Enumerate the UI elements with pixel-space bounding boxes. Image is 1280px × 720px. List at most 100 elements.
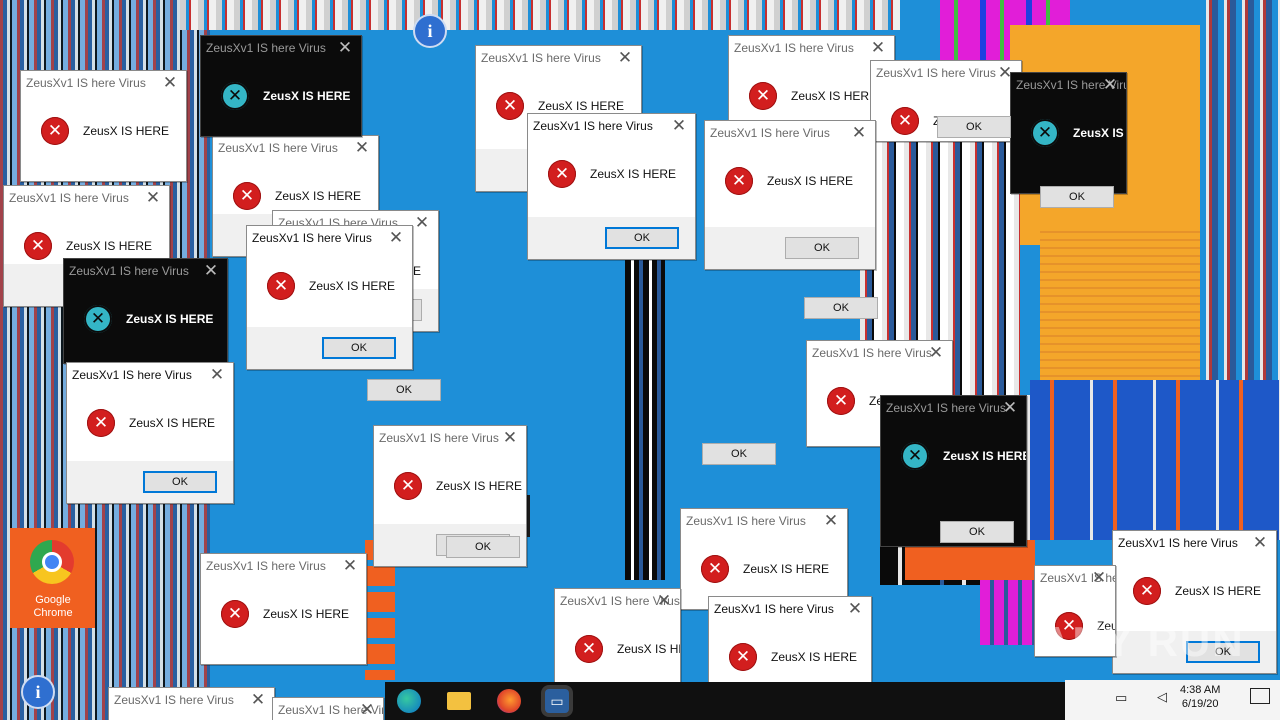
close-icon[interactable]: ✕ — [412, 213, 432, 233]
active-window-icon[interactable]: ▭ — [545, 689, 569, 713]
notification-icon[interactable] — [1250, 688, 1270, 704]
close-icon[interactable]: ✕ — [335, 38, 355, 58]
dialog-titlebar[interactable]: ZeusXv1 IS here Virus ✕ — [64, 259, 227, 285]
close-icon[interactable]: ✕ — [1250, 533, 1270, 553]
dialog-title: ZeusXv1 IS here Virus — [69, 264, 189, 278]
close-icon[interactable]: ✕ — [352, 138, 372, 158]
dialog-titlebar[interactable]: ZeusXv1 IS here Virus✕ — [871, 61, 1021, 87]
close-icon[interactable]: ✕ — [248, 690, 268, 710]
dialog-titlebar[interactable]: ZeusXv1 IS here Virus✕ — [201, 554, 366, 580]
error-dialog[interactable]: ZeusXv1 IS here Virus ✕ ✕ ZeusX IS HERE OK — [66, 362, 234, 504]
close-icon[interactable]: ✕ — [201, 261, 221, 281]
file-explorer-icon[interactable] — [447, 692, 471, 710]
glitch-top-strip — [180, 0, 900, 30]
error-dialog[interactable]: ZeusXv1 IS here Virus✕✕ZeusX IS HERE — [1010, 72, 1127, 194]
close-icon[interactable]: ✕ — [615, 48, 635, 68]
close-icon[interactable]: ✕ — [669, 116, 689, 136]
dialog-title: ZeusXv1 IS here Virus — [72, 368, 192, 382]
ok-button-fragment[interactable]: OK — [367, 379, 441, 401]
clock-date: 6/19/20 — [1181, 698, 1219, 710]
error-dialog[interactable]: ZeusXv1 IS here Virus✕✕ZeusX IS HERE — [200, 35, 362, 137]
close-icon[interactable]: ✕ — [1000, 398, 1020, 418]
dialog-titlebar[interactable]: ZeusXv1 IS here Virus✕ — [807, 341, 952, 367]
error-dialog[interactable]: ZeusXv1 IS here Virus✕ — [272, 697, 384, 720]
error-dialog[interactable]: ZeusXv1 IS here Virus ✕ ✕ ZeusX IS HERE OK — [704, 120, 876, 270]
dialog-title: ZeusXv1 IS here Virus — [26, 76, 146, 90]
dialog-titlebar[interactable]: ZeusXv1 IS here Virus✕ — [1113, 531, 1276, 557]
close-icon[interactable]: ✕ — [1089, 568, 1109, 588]
dialog-titlebar[interactable]: ZeusXv1 IS here Virus✕ — [881, 396, 1026, 422]
volume-icon[interactable]: ◁ — [1157, 689, 1167, 705]
close-icon[interactable]: ✕ — [1100, 75, 1120, 95]
dialog-titlebar[interactable]: ZeusXv1 IS here Virus✕ — [709, 597, 871, 623]
dialog-titlebar[interactable]: ZeusXv1 IS here Virus✕ — [109, 688, 274, 714]
close-icon[interactable]: ✕ — [654, 591, 674, 611]
dialog-titlebar[interactable]: ZeusXv1 IS here Virus✕ — [1011, 73, 1126, 99]
ok-button-fragment[interactable]: OK — [940, 521, 1014, 543]
close-icon[interactable]: ✕ — [207, 365, 227, 385]
ok-button-fragment[interactable]: OK — [937, 116, 1011, 138]
dialog-message: ZeusX IS HERE — [538, 99, 625, 113]
close-icon[interactable]: ✕ — [868, 38, 888, 58]
close-icon[interactable]: ✕ — [849, 123, 869, 143]
dialog-titlebar[interactable]: ZeusXv1 IS here Virus✕ — [528, 114, 695, 140]
ok-button-fragment[interactable]: OK — [702, 443, 776, 465]
dialog-titlebar[interactable]: ZeusXv1 IS here Virus✕ — [729, 36, 894, 62]
dialog-titlebar[interactable]: ZeusXv1 IS here Virus ✕ — [21, 71, 186, 97]
ok-button[interactable]: OK — [785, 237, 859, 259]
dialog-message: ZeusX IS HERE — [617, 642, 680, 656]
ok-button[interactable]: OK — [322, 337, 396, 359]
error-dialog[interactable]: ZeusXv1 IS here Virus✕✕ZeusX IS HERE — [680, 508, 848, 610]
error-dialog[interactable]: ZeusXv1 IS here Virus✕ — [108, 687, 275, 720]
error-dialog[interactable]: ZeusXv1 IS here Virus ✕ ✕ ZeusX IS HERE OK — [246, 225, 413, 370]
dialog-footer: OK — [247, 327, 412, 369]
dialog-titlebar[interactable]: ZeusXv1 IS here Virus✕ — [374, 426, 526, 452]
dialog-titlebar[interactable]: ZeusXv1 IS here Virus✕ — [476, 46, 641, 72]
taskbar: ▭ — [385, 682, 1065, 720]
dialog-titlebar[interactable]: ZeusXv1 IS here Virus✕ — [273, 698, 383, 720]
close-icon[interactable]: ✕ — [500, 428, 520, 448]
edge-icon[interactable] — [397, 689, 421, 713]
clock[interactable]: 4:38 AM 6/19/20 — [1180, 683, 1220, 711]
dialog-titlebar[interactable]: ZeusXv1 IS here Virus✕ — [705, 121, 875, 147]
error-dialog[interactable]: ZeusXv1 IS here Virus✕✕ZeusX IS HERE — [554, 588, 681, 690]
desktop-icon-chrome[interactable]: Google Chrome — [10, 528, 95, 628]
dialog-titlebar[interactable]: ZeusXv1 IS here Virus✕ — [4, 186, 169, 212]
error-dialog[interactable]: ZeusXv1 IS here Virus ✕ ✕ ZeusX IS HERE OK — [527, 113, 696, 260]
ok-button-fragment[interactable]: OK — [1040, 186, 1114, 208]
ok-button-fragment[interactable]: OK — [446, 536, 520, 558]
dialog-titlebar[interactable]: ZeusXv1 IS here Virus✕ — [1035, 566, 1115, 592]
network-icon[interactable]: ▭ — [1115, 690, 1127, 706]
error-icon: ✕ — [233, 182, 261, 210]
error-dialog[interactable]: ZeusXv1 IS here Virus ✕✕ ZeusX IS HERE — [20, 70, 187, 182]
error-icon: ✕ — [575, 635, 603, 663]
close-icon[interactable]: ✕ — [357, 700, 377, 720]
ok-button-fragment[interactable]: OK — [804, 297, 878, 319]
ok-button[interactable]: OK — [143, 471, 217, 493]
dialog-message: ZeusX IS HERE — [309, 279, 396, 293]
dialog-titlebar[interactable]: ZeusXv1 IS here Virus✕ — [213, 136, 378, 162]
dialog-titlebar[interactable]: ZeusXv1 IS here Virus✕ — [201, 36, 361, 62]
close-icon[interactable]: ✕ — [926, 343, 946, 363]
dialog-titlebar[interactable]: ZeusXv1 IS here Virus ✕ — [67, 363, 233, 389]
error-icon: ✕ — [729, 643, 757, 671]
dialog-message: ZeusX IS HERE — [129, 416, 216, 430]
firefox-icon[interactable] — [497, 689, 521, 713]
dialog-titlebar[interactable]: ZeusXv1 IS here Virus✕ — [681, 509, 847, 535]
dialog-message: ZeusX IS HERE — [83, 124, 170, 138]
error-dialog[interactable]: ZeusXv1 IS here Virus✕✕ZeusX IS HERE — [63, 258, 228, 364]
close-icon[interactable]: ✕ — [340, 556, 360, 576]
ok-button[interactable]: OK — [605, 227, 679, 249]
close-icon[interactable]: ✕ — [821, 511, 841, 531]
error-dialog[interactable]: ZeusXv1 IS here Virus✕✕ZeusX IS HERE — [200, 553, 367, 665]
close-icon[interactable]: ✕ — [845, 599, 865, 619]
dialog-message: ZeusX IS HERE — [590, 167, 677, 181]
dialog-titlebar[interactable]: ZeusXv1 IS here Virus✕ — [247, 226, 412, 252]
close-icon[interactable]: ✕ — [143, 188, 163, 208]
glitch-magenta-bottom — [980, 575, 1040, 645]
close-icon[interactable]: ✕ — [160, 73, 180, 93]
dialog-message: ZeusX IS HERE — [275, 189, 362, 203]
close-icon[interactable]: ✕ — [386, 228, 406, 248]
dialog-footer: OK — [705, 227, 875, 269]
dialog-titlebar[interactable]: ZeusXv1 IS here Virus✕ — [555, 589, 680, 615]
